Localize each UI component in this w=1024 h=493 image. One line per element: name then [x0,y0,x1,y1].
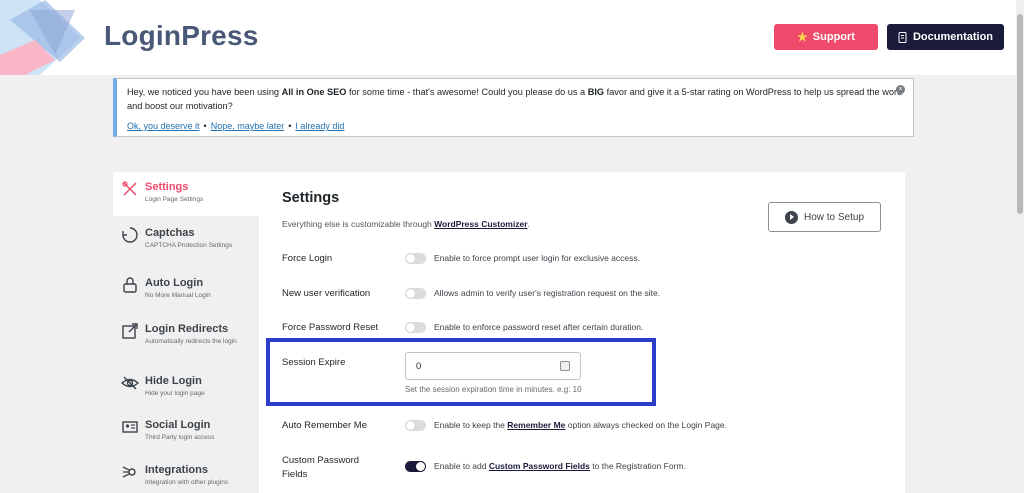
document-icon [898,31,907,43]
page-scrollbar[interactable] [1016,0,1024,493]
id-card-icon [122,421,138,433]
sidebar-item-settings[interactable]: Settings Login Page Settings [113,172,259,216]
sidebar-item-hide-login[interactable]: Hide Login Hide your login page [113,366,259,410]
close-icon[interactable]: × [896,85,905,94]
custom-password-fields-toggle[interactable] [405,461,426,472]
sidebar-item-login-redirects[interactable]: Login Redirects Automatically redirects … [113,314,259,358]
panel-description: Everything else is customizable through … [282,219,530,229]
sidebar-item-auto-login[interactable]: Auto Login No More Manual Login [113,268,259,312]
rating-notice: Hey, we noticed you have been using All … [113,78,914,137]
notice-link-later[interactable]: Nope, maybe later [211,121,285,131]
documentation-label: Documentation [912,31,994,43]
sidebar-item-social-login[interactable]: Social Login Third Party login access [113,410,259,454]
sidebar-item-title: Integrations [145,464,208,476]
play-icon [784,210,798,224]
sidebar-item-title: Hide Login [145,375,202,387]
top-header: LoginPress ★ Support Documentation [0,0,1016,75]
captcha-icon [122,227,138,243]
custom-password-fields-label: Custom Password Fields [282,455,360,480]
auto-remember-me-label: Auto Remember Me [282,420,368,431]
star-icon: ★ [797,30,808,44]
page-title: Settings [282,190,340,206]
loginpress-logo-icon [0,0,85,75]
customizer-link[interactable]: WordPress Customizer [434,219,527,229]
session-expire-highlight [266,338,656,406]
force-password-reset-label: Force Password Reset [282,322,379,333]
notice-links: Ok, you deserve it • Nope, maybe later • I a… [127,121,345,131]
sidebar-item-title: Settings [145,181,189,193]
support-button[interactable]: ★ Support [774,24,878,50]
custom-password-fields-description: Enable to add Custom Password Fields to … [434,461,686,471]
force-password-reset-description: Enable to enforce password reset after c… [434,322,644,332]
new-user-verification-description: Allows admin to verify user's registrati… [434,288,661,298]
sidebar-item-title: Social Login [145,419,211,431]
notice-text: Hey, we noticed you have been using All … [127,87,903,111]
how-to-setup-label: How to Setup [803,211,865,223]
sidebar-item-subtitle: CAPTCHA Protection Settings [145,242,233,249]
sidebar-item-subtitle: Hide your login page [145,390,205,397]
integrations-icon [122,466,136,478]
notice-link-done[interactable]: I already did [295,121,344,131]
new-user-verification-toggle[interactable] [405,288,426,299]
settings-panel: Settings Everything else is customizable… [259,172,905,493]
sidebar-item-subtitle: No More Manual Login [145,292,211,299]
sidebar-item-subtitle: Automatically redirects the login [145,338,237,345]
sidebar-item-title: Login Redirects [145,323,229,335]
auto-remember-me-toggle[interactable] [405,420,426,431]
sidebar-item-subtitle: Login Page Settings [145,196,204,203]
custom-password-fields-link[interactable]: Custom Password Fields [489,461,590,471]
tools-icon [122,181,137,196]
sidebar-item-captchas[interactable]: Captchas CAPTCHA Protection Settings [113,218,259,262]
support-label: Support [812,31,855,43]
remember-me-link[interactable]: Remember Me [507,420,565,430]
sidebar-item-title: Captchas [145,227,195,239]
lock-icon [123,277,137,293]
force-login-toggle[interactable] [405,253,426,264]
documentation-button[interactable]: Documentation [887,24,1004,50]
force-password-reset-toggle[interactable] [405,322,426,333]
scrollbar-thumb[interactable] [1017,14,1023,214]
sidebar-item-integrations[interactable]: Integrations Integration with other plug… [113,455,259,493]
sidebar-item-title: Auto Login [145,277,204,289]
notice-link-ok[interactable]: Ok, you deserve it [127,121,200,131]
external-link-icon [122,323,138,339]
auto-remember-me-description: Enable to keep the Remember Me option al… [434,420,727,430]
force-login-description: Enable to force prompt user login for ex… [434,253,640,263]
how-to-setup-button[interactable]: How to Setup [768,202,881,232]
logo-text: LoginPress [104,20,259,51]
force-login-label: Force Login [282,253,333,264]
settings-sidebar: Settings Login Page Settings Captchas CA… [113,172,259,493]
sidebar-item-subtitle: Third Party login access [145,434,215,441]
eye-slash-icon [121,376,139,390]
new-user-verification-label: New user verification [282,288,371,299]
sidebar-item-subtitle: Integration with other plugins [145,479,229,486]
